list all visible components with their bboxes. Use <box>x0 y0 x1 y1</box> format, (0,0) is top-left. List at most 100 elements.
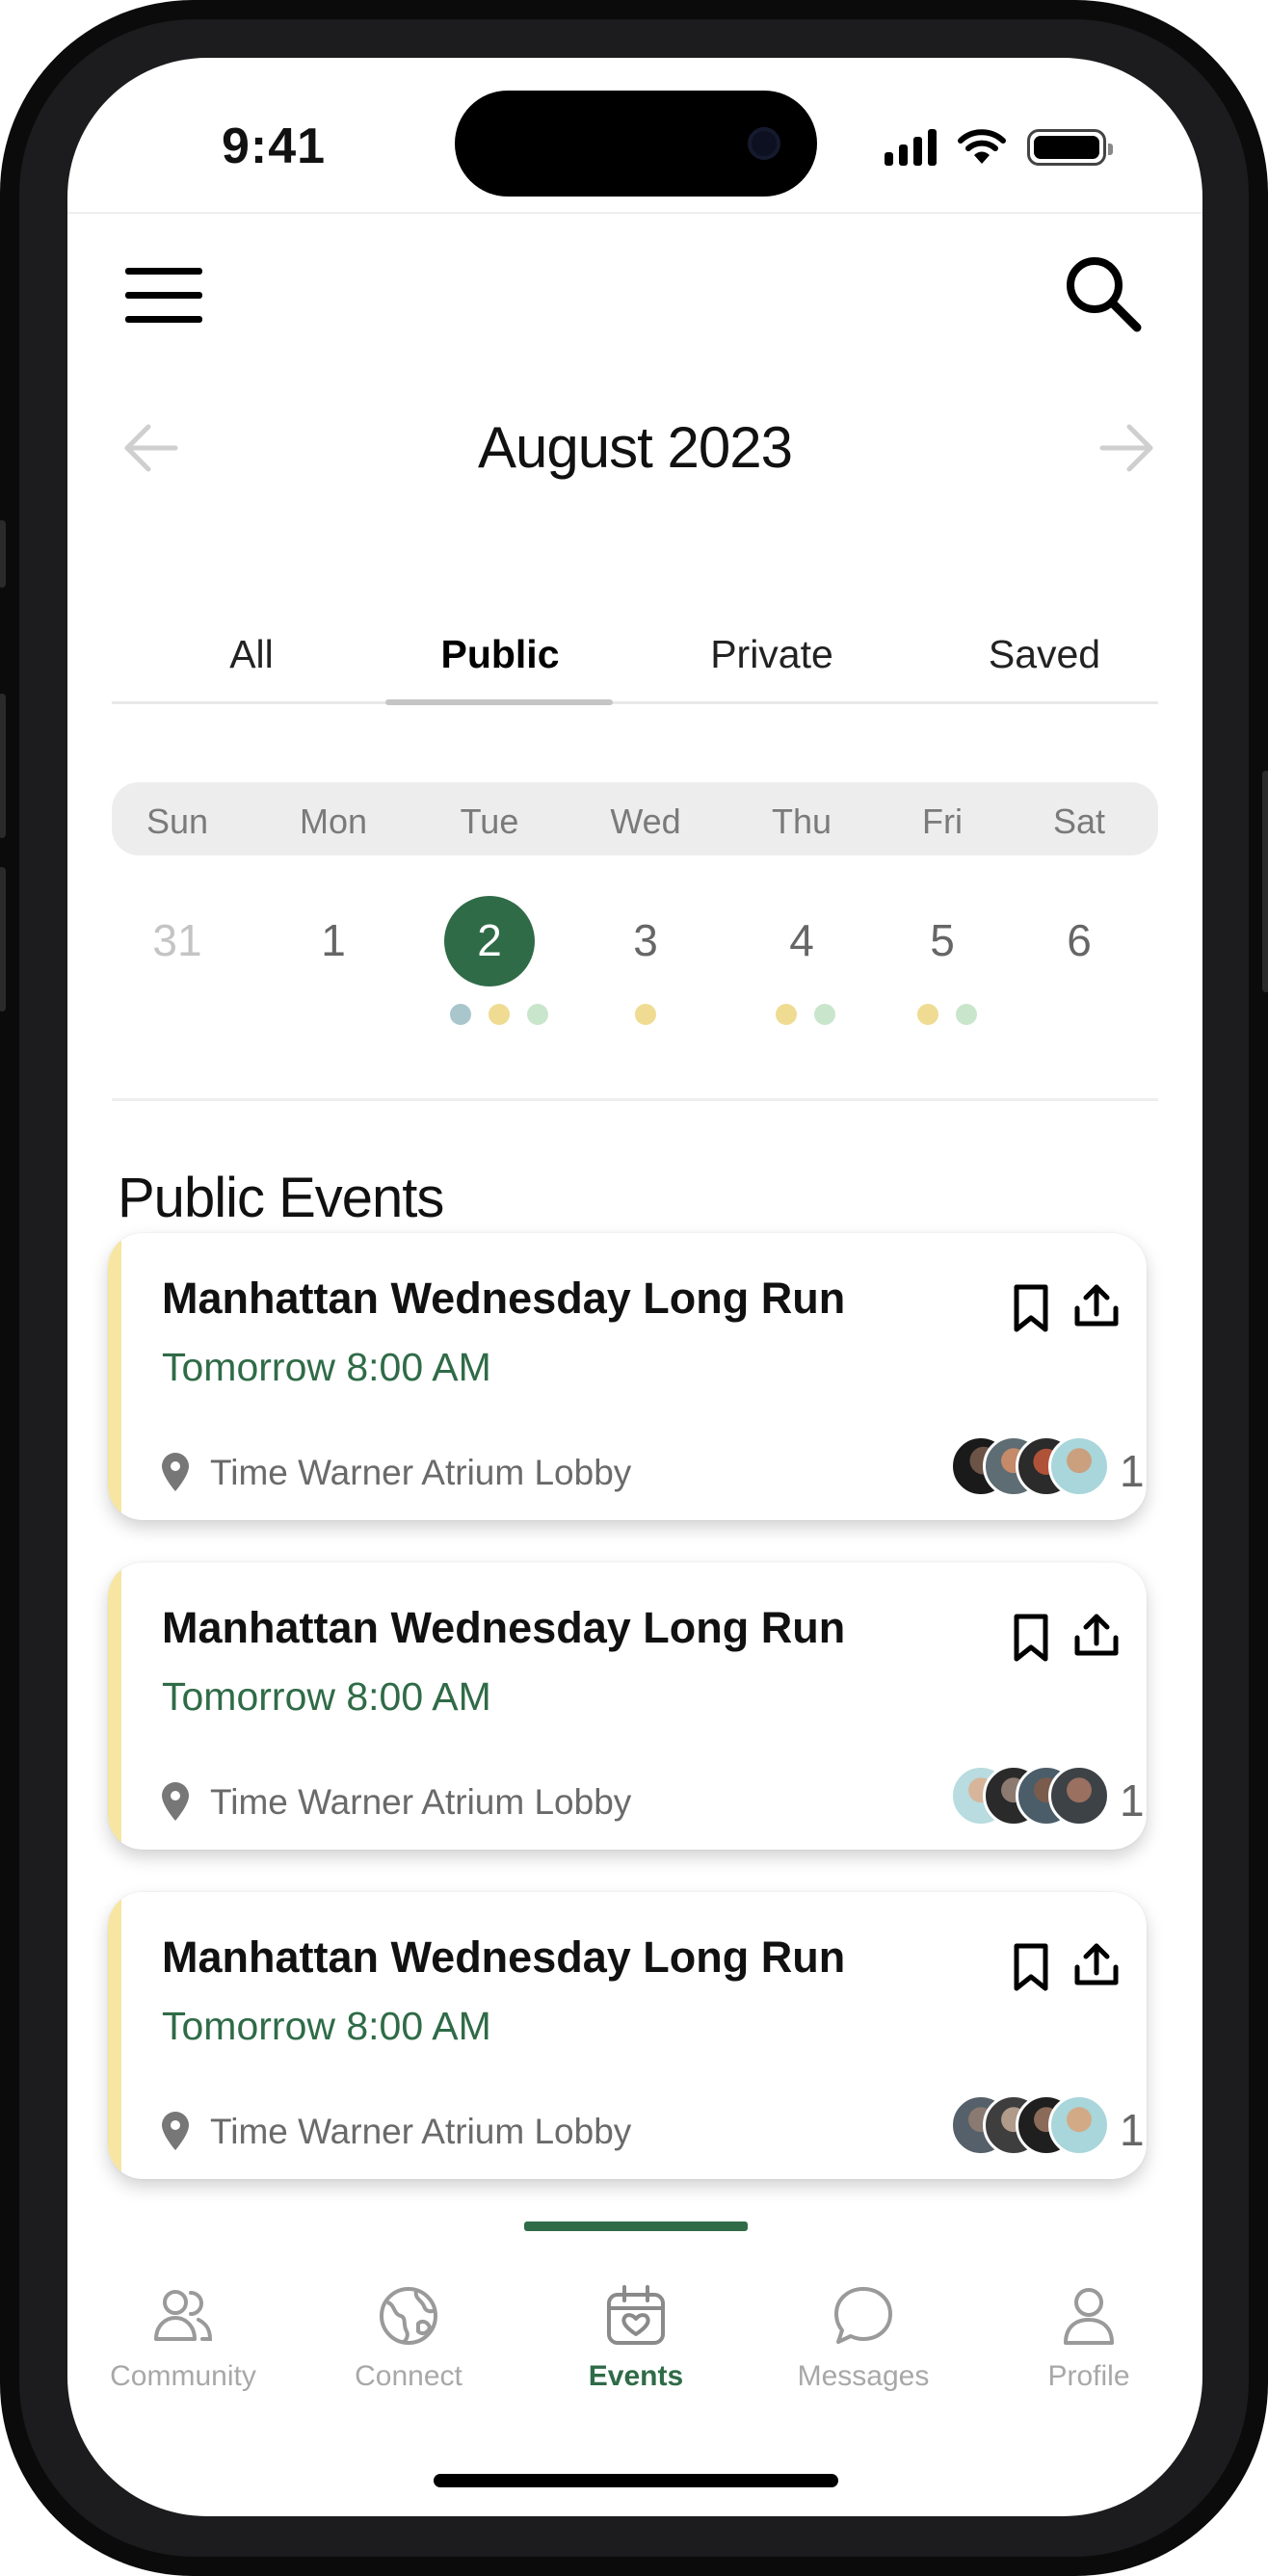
power-button <box>1262 771 1268 992</box>
phone-frame: 9:41 August 2023 All Public Private Save… <box>0 0 1268 2576</box>
avatar <box>1048 1765 1110 1827</box>
weekday-mon: Mon <box>299 802 368 841</box>
event-dot <box>635 1004 656 1025</box>
bookmark-icon[interactable] <box>1008 1281 1054 1335</box>
calendar-day-5[interactable]: 5 <box>889 894 995 986</box>
weekday-sun: Sun <box>145 802 209 841</box>
status-bar: 9:41 <box>67 58 1202 214</box>
nav-label: Events <box>588 2360 684 2392</box>
attendee-avatars[interactable] <box>950 2094 1114 2158</box>
bottom-nav-active-indicator <box>524 2221 748 2231</box>
attendee-count: 12 <box>1120 1775 1147 1826</box>
tab-private[interactable]: Private <box>661 632 883 677</box>
calendar-day-1[interactable]: 1 <box>280 894 386 986</box>
nav-community[interactable]: Community <box>87 2237 279 2420</box>
event-card[interactable]: Manhattan Wednesday Long Run Tomorrow 8:… <box>108 1892 1147 2179</box>
menu-icon[interactable] <box>125 268 202 326</box>
weekday-sat: Sat <box>1052 802 1106 841</box>
nav-label: Connect <box>355 2360 462 2392</box>
weekday-tue: Tue <box>460 802 519 841</box>
attendee-count: 12 <box>1120 2105 1147 2155</box>
event-dot <box>489 1004 510 1025</box>
calendar-day-2-selected[interactable]: 2 <box>436 894 542 986</box>
calendar-day-3[interactable]: 3 <box>593 894 699 986</box>
nav-messages[interactable]: Messages <box>767 2237 960 2420</box>
event-time: Tomorrow 8:00 AM <box>162 1345 491 1389</box>
weekday-fri: Fri <box>922 802 963 841</box>
nav-label: Community <box>110 2360 256 2392</box>
avatar <box>1048 2094 1110 2156</box>
event-title: Manhattan Wednesday Long Run <box>162 1274 846 1323</box>
dynamic-island <box>455 91 817 197</box>
weekday-header: Sun Mon Tue Wed Thu Fri Sat <box>112 782 1158 855</box>
nav-label: Messages <box>797 2360 930 2392</box>
event-time: Tomorrow 8:00 AM <box>162 2004 491 2048</box>
app-screen: 9:41 August 2023 All Public Private Save… <box>67 58 1202 2516</box>
card-accent-bar <box>108 1563 121 1850</box>
event-location: Time Warner Atrium Lobby <box>210 1782 632 1822</box>
nav-label: Profile <box>1047 2360 1130 2392</box>
calendar-day-31[interactable]: 31 <box>124 894 230 986</box>
nav-profile[interactable]: Profile <box>992 2237 1185 2420</box>
cellular-signal-icon <box>885 127 937 166</box>
weekday-thu: Thu <box>771 802 832 841</box>
search-icon[interactable] <box>1060 250 1147 337</box>
event-dot <box>814 1004 835 1025</box>
event-card[interactable]: Manhattan Wednesday Long Run Tomorrow 8:… <box>108 1233 1147 1520</box>
bottom-nav: Community Connect Events Messages Profil… <box>67 2237 1202 2430</box>
battery-icon <box>1027 129 1113 166</box>
active-tab-indicator <box>385 699 613 705</box>
event-title: Manhattan Wednesday Long Run <box>162 1932 846 1982</box>
camera-icon <box>748 127 780 160</box>
tab-all[interactable]: All <box>170 632 333 677</box>
event-time: Tomorrow 8:00 AM <box>162 1674 491 1719</box>
person-icon <box>1064 2288 1114 2345</box>
location-pin-icon <box>162 2112 189 2150</box>
nav-events[interactable]: Events <box>540 2237 732 2420</box>
share-icon[interactable] <box>1071 1609 1122 1661</box>
event-dot <box>917 1004 938 1025</box>
card-accent-bar <box>108 1233 121 1520</box>
share-icon[interactable] <box>1071 1938 1122 1990</box>
bookmark-icon[interactable] <box>1008 1940 1054 1994</box>
event-dot <box>450 1004 471 1025</box>
tabs-underline <box>112 701 1158 704</box>
share-icon[interactable] <box>1071 1279 1122 1331</box>
event-dot <box>956 1004 977 1025</box>
calendar-divider <box>112 1098 1158 1101</box>
event-filter-tabs: All Public Private Saved <box>112 597 1158 709</box>
chat-bubble-icon <box>834 2287 892 2344</box>
attendee-count: 12 <box>1120 1446 1147 1496</box>
attendee-avatars[interactable] <box>950 1435 1114 1499</box>
mute-switch <box>0 520 6 588</box>
community-icon <box>154 2290 213 2341</box>
tab-public[interactable]: Public <box>391 632 609 677</box>
attendee-avatars[interactable] <box>950 1765 1114 1828</box>
nav-connect[interactable]: Connect <box>312 2237 505 2420</box>
section-title: Public Events <box>118 1167 444 1229</box>
calendar-heart-icon <box>607 2285 665 2345</box>
location-pin-icon <box>162 1782 189 1821</box>
event-dot <box>776 1004 797 1025</box>
next-month-arrow-icon[interactable] <box>1093 414 1160 482</box>
event-title: Manhattan Wednesday Long Run <box>162 1603 846 1652</box>
header-divider <box>67 212 1202 214</box>
calendar-day-4[interactable]: 4 <box>749 894 855 986</box>
event-location: Time Warner Atrium Lobby <box>210 1453 632 1492</box>
event-dot <box>527 1004 548 1025</box>
event-location: Time Warner Atrium Lobby <box>210 2112 632 2151</box>
month-title: August 2023 <box>478 415 793 480</box>
volume-up-button <box>0 694 6 838</box>
status-icons <box>885 123 1113 166</box>
status-time: 9:41 <box>222 118 327 174</box>
volume-down-button <box>0 867 6 1012</box>
tab-saved[interactable]: Saved <box>938 632 1150 677</box>
location-pin-icon <box>162 1453 189 1491</box>
wifi-icon <box>958 129 1006 164</box>
calendar-day-6[interactable]: 6 <box>1026 894 1132 986</box>
avatar <box>1048 1435 1110 1497</box>
globe-icon <box>380 2287 437 2345</box>
bookmark-icon[interactable] <box>1008 1611 1054 1665</box>
home-indicator[interactable] <box>434 2474 838 2487</box>
event-card[interactable]: Manhattan Wednesday Long Run Tomorrow 8:… <box>108 1563 1147 1850</box>
